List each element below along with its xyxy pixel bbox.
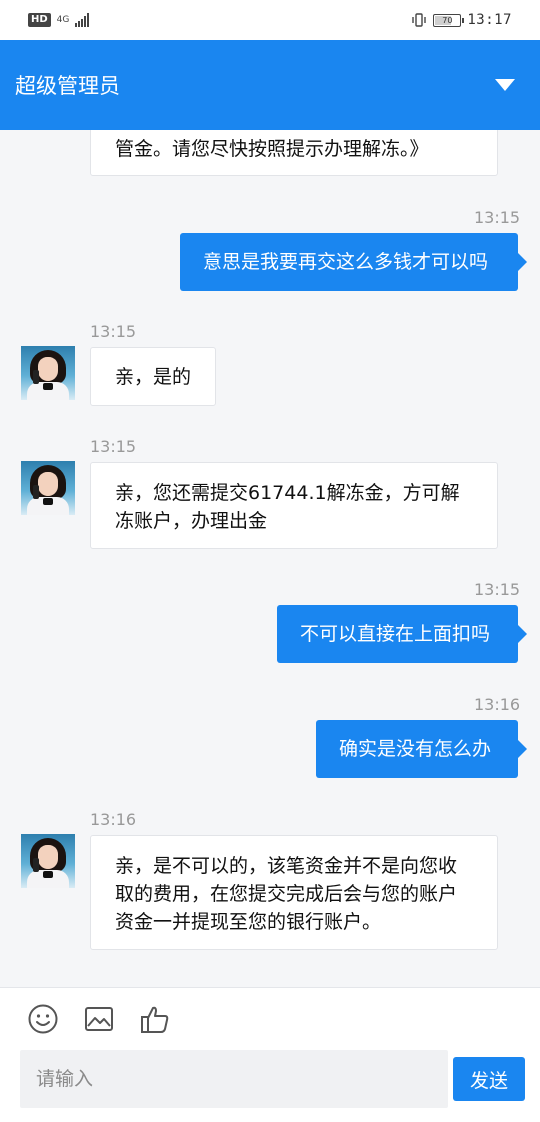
outgoing-message: 意思是我要再交这么多钱才可以吗	[180, 233, 527, 291]
message-timestamp: 13:15	[474, 208, 521, 227]
network-type: 4G	[56, 14, 70, 25]
message-line: 取的费用，在您提交完成后会与您的账户	[115, 883, 458, 905]
signal-icon	[75, 13, 90, 27]
message-line: 亲，您还需提交61744.1解冻金，方可解	[115, 482, 460, 504]
thumbs-up-icon[interactable]	[138, 1002, 172, 1036]
hd-badge: HD	[28, 13, 51, 27]
incoming-message: 亲，是不可以的，该笔资金并不是向您收 取的费用，在您提交完成后会与您的账户 资金…	[90, 835, 498, 950]
incoming-message: 亲，是的	[90, 347, 216, 406]
composer-tools	[26, 1002, 172, 1036]
dropdown-button[interactable]	[490, 70, 520, 100]
message-text: 确实是没有怎么办	[339, 738, 492, 760]
message-line: 冻账户，办理出金	[115, 510, 268, 532]
message-timestamp: 13:16	[474, 695, 521, 714]
page-title: 超级管理员	[15, 74, 120, 98]
status-time: 13:17	[467, 12, 512, 28]
chat-messages[interactable]: 管金。请您尽快按照提示办理解冻。》 13:15 意思是我要再交这么多钱才可以吗 …	[0, 130, 540, 987]
message-line: 亲，是不可以的，该笔资金并不是向您收	[115, 855, 458, 877]
message-timestamp: 13:15	[90, 322, 137, 341]
avatar[interactable]	[21, 346, 75, 400]
status-bar: HD 4G 70 13:17	[0, 0, 540, 40]
message-text: 亲，是的	[115, 366, 192, 388]
status-right: 70 13:17	[411, 12, 512, 28]
incoming-message: 亲，您还需提交61744.1解冻金，方可解 冻账户，办理出金	[90, 462, 498, 549]
outgoing-message: 确实是没有怎么办	[316, 720, 527, 778]
avatar[interactable]	[21, 461, 75, 515]
image-icon[interactable]	[82, 1002, 116, 1036]
message-input[interactable]	[20, 1050, 448, 1108]
emoji-icon[interactable]	[26, 1002, 60, 1036]
message-timestamp: 13:15	[90, 437, 137, 456]
outgoing-message: 不可以直接在上面扣吗	[277, 605, 527, 663]
vibrate-icon	[411, 12, 427, 28]
message-text: 管金。请您尽快按照提示办理解冻。》	[115, 138, 429, 160]
battery-icon: 70	[433, 13, 465, 27]
message-timestamp: 13:15	[474, 580, 521, 599]
composer: 发送	[0, 987, 540, 1122]
status-left: HD 4G	[28, 13, 90, 27]
message-text: 不可以直接在上面扣吗	[300, 623, 491, 645]
message-text: 意思是我要再交这么多钱才可以吗	[203, 251, 489, 273]
message-line: 资金一并提现至您的银行账户。	[115, 911, 382, 933]
battery-level: 70	[442, 15, 453, 25]
message-timestamp: 13:16	[90, 810, 137, 829]
chat-header: 超级管理员	[0, 40, 540, 130]
send-button[interactable]: 发送	[453, 1057, 525, 1101]
avatar[interactable]	[21, 834, 75, 888]
chevron-down-icon	[495, 79, 515, 91]
incoming-message: 管金。请您尽快按照提示办理解冻。》	[90, 130, 498, 176]
